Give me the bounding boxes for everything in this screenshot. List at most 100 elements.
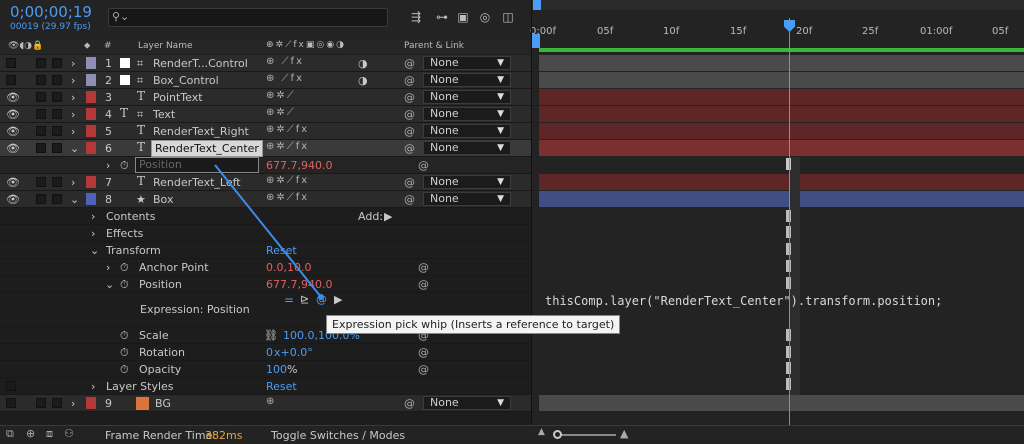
chevron-right-icon[interactable]: › [91,227,95,240]
lock-toggle[interactable] [52,58,62,68]
layer-row-selected[interactable]: 👁 ⌄ 6 T RenderText_Center ⊕✲⟋fx @ None ▼ [0,140,531,157]
parent-dropdown[interactable]: None ▼ [423,107,511,121]
chevron-right-icon[interactable]: › [106,261,110,274]
layer-switches[interactable]: ⊕ ⟋fx [266,73,304,84]
solo-toggle[interactable] [36,177,46,187]
parent-pick-whip-icon[interactable]: @ [404,125,415,138]
stopwatch-icon[interactable]: ⏱ [120,329,129,343]
chevron-right-icon[interactable]: › [106,159,110,172]
solo-toggle[interactable] [36,126,46,136]
toggle-switches-modes-button[interactable]: Toggle Switches / Modes [271,429,405,442]
expression-enable-icon[interactable]: = [284,293,294,307]
parent-dropdown[interactable]: None ▼ [423,175,511,189]
chevron-right-icon[interactable]: › [91,380,95,393]
opacity-value[interactable]: 100 [266,363,287,376]
zoom-slider-handle[interactable] [553,430,562,439]
layer-switches[interactable]: ⊕✲⟋fx [266,175,309,186]
zoom-slider-track[interactable] [556,434,616,436]
rotation-degrees[interactable]: x+0.0° [274,346,313,359]
property-pick-whip-icon[interactable]: @ [418,363,429,376]
solo-toggle[interactable] [36,109,46,119]
visibility-toggle[interactable] [6,398,16,408]
parent-pick-whip-icon[interactable]: @ [404,193,415,206]
property-pick-whip-icon[interactable]: @ [418,261,429,274]
layer-bar[interactable] [539,106,1024,122]
chevron-right-icon[interactable]: › [71,91,75,104]
draft-3d-icon[interactable]: ⊶ [434,10,450,26]
solo-toggle[interactable] [36,75,46,85]
in-out-pane-icon[interactable]: ⧈ [46,427,53,441]
solo-toggle[interactable] [36,194,46,204]
chevron-down-icon[interactable]: ⌄ [70,193,79,206]
parent-dropdown[interactable]: None ▼ [423,141,511,155]
group-row-transform[interactable]: ⌄ Transform Reset [0,242,531,259]
lock-toggle[interactable] [52,75,62,85]
layer-row[interactable]: 👁 ⌄ 8 ★ Box ⊕✲⟋fx @ None ▼ [0,191,531,208]
visibility-toggle[interactable] [6,75,16,85]
layer-switches-pane-icon[interactable]: ⧉ [6,427,14,441]
transform-reset-link[interactable]: Reset [266,244,297,257]
layer-switches[interactable]: ⊕ [266,396,276,407]
search-icon[interactable]: ⚲⌄ [112,10,129,23]
property-pick-whip-icon[interactable]: @ [418,159,429,172]
layer-switches[interactable]: ⊕✲⟋ [266,90,296,101]
property-pick-whip-icon[interactable]: @ [418,278,429,291]
work-area-start-marker[interactable] [532,34,540,48]
stopwatch-icon[interactable]: ⏱ [120,261,129,275]
property-name-field[interactable]: Position [135,157,259,173]
hide-shy-layers-icon[interactable]: ▣ [455,10,471,26]
layer-row[interactable]: › 9 BG ⊕ @ None ▼ [0,395,531,412]
eye-icon[interactable]: 👁 [6,108,20,121]
layer-name[interactable]: Text [153,108,175,121]
label-color-swatch[interactable] [86,193,96,205]
chevron-right-icon[interactable]: › [91,210,95,223]
layer-bar[interactable] [539,89,1024,105]
lock-toggle[interactable] [52,92,62,102]
layer-row[interactable]: 👁 › 3 T PointText ⊕✲⟋ @ None ▼ [0,89,531,106]
composition-mini-flowchart-icon[interactable]: ⇶ [408,10,424,26]
time-navigator-start-handle[interactable] [533,0,541,10]
expression-pick-whip-icon[interactable]: @ [316,293,327,306]
chevron-right-icon[interactable]: › [71,74,75,87]
layer-row[interactable]: 👁 › 4 T ⌗ Text ⊕✲⟋ @ None ▼ [0,106,531,123]
layer-switches[interactable]: ⊕✲⟋ [266,107,296,118]
label-color-swatch[interactable] [86,74,96,86]
layer-bar-selected[interactable] [539,140,1024,156]
current-time-display[interactable]: 0;00;00;19 [10,3,92,21]
solo-toggle[interactable] [36,92,46,102]
render-time-pane-icon[interactable]: ⚇ [64,427,74,440]
property-row-position[interactable]: › ⏱ Position 677.7,940.0 @ [0,157,531,174]
work-area-bar[interactable] [539,48,1024,52]
add-menu-icon[interactable]: ▶ [384,210,392,223]
parent-dropdown[interactable]: None ▼ [423,56,511,70]
parent-dropdown[interactable]: None ▼ [423,192,511,206]
chevron-right-icon[interactable]: › [71,176,75,189]
parent-pick-whip-icon[interactable]: @ [404,142,415,155]
label-color-swatch[interactable] [86,108,96,120]
visibility-toggle[interactable] [6,381,16,391]
stopwatch-icon[interactable]: ⏱ [120,346,129,360]
lock-toggle[interactable] [52,126,62,136]
position-value[interactable]: 677.7,940.0 [266,159,332,172]
layer-name[interactable]: RenderText_Left [153,176,241,189]
chevron-right-icon[interactable]: › [71,125,75,138]
eye-icon[interactable]: 👁 [6,91,20,104]
lock-toggle[interactable] [52,398,62,408]
lock-toggle[interactable] [52,109,62,119]
chevron-right-icon[interactable]: › [71,397,75,410]
layer-name[interactable]: PointText [153,91,203,104]
property-row-position[interactable]: ⌄ ⏱ Position 677.7,940.0 @ [0,276,531,293]
group-row-effects[interactable]: › Effects [0,225,531,242]
chevron-down-icon[interactable]: ⌄ [105,278,114,291]
layer-bar[interactable] [539,123,1024,139]
chevron-down-icon[interactable]: ⌄ [90,244,99,257]
time-navigator[interactable] [532,0,1024,10]
transfer-controls-pane-icon[interactable]: ⊕ [26,427,35,440]
eye-icon[interactable]: 👁 [6,142,20,155]
layer-name[interactable]: Box [153,193,173,206]
layer-switches[interactable]: ⊕✲⟋fx [266,141,309,152]
layer-bar[interactable] [539,55,1024,71]
time-ruler[interactable]: 0:00f 05f 10f 15f 20f 25f 01:00f 05f [530,10,1024,38]
layer-row[interactable]: 👁 › 5 T RenderText_Right ⊕✲⟋fx @ None ▼ [0,123,531,140]
parent-pick-whip-icon[interactable]: @ [404,397,415,410]
